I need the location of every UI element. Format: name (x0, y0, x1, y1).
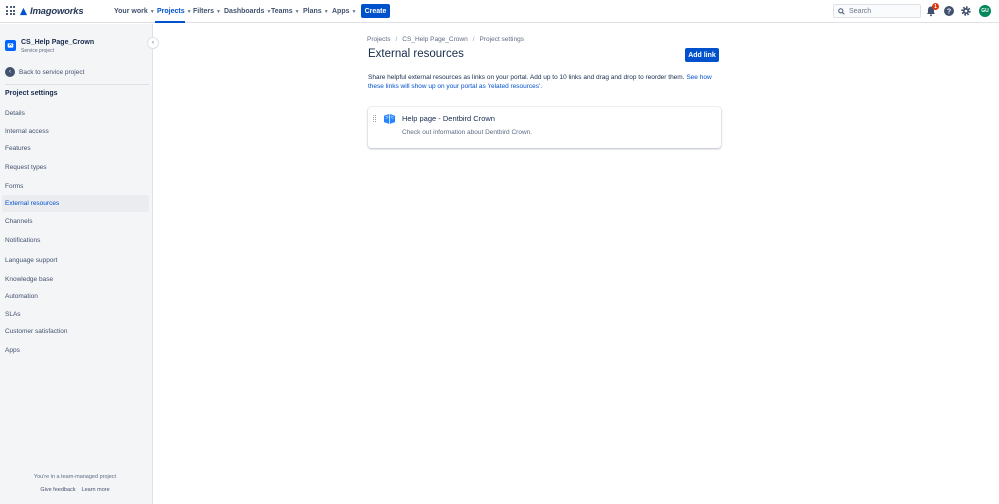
give-feedback-link[interactable]: Give feedback (40, 487, 75, 493)
arrow-left-icon: ‹ (5, 67, 15, 77)
chevron-down-icon: ▼ (351, 8, 357, 15)
logo-mark-icon (19, 7, 28, 15)
nav-active-indicator (155, 21, 185, 23)
nav-label: Filters (193, 8, 215, 15)
project-avatar (5, 40, 16, 51)
breadcrumb-projects[interactable]: Projects (367, 36, 390, 43)
sidebar: CS_Help Page_Crown Service project ‹ Bac… (0, 24, 153, 504)
sidebar-item-label: Knowledge base (5, 276, 54, 283)
sidebar-item-features[interactable]: Features (2, 140, 149, 157)
sidebar-item-external-resources[interactable]: External resources (2, 195, 149, 212)
description-text: Share helpful external resources as link… (368, 74, 685, 81)
sidebar-item-internal-access[interactable]: Internal access (2, 123, 149, 140)
sidebar-item-label: Channels (5, 218, 33, 225)
search-placeholder: Search (849, 7, 872, 15)
sidebar-item-label: Automation (5, 293, 38, 300)
nav-label: Teams (271, 8, 293, 15)
back-label: Back to service project (19, 68, 85, 76)
sidebar-item-label: Apps (5, 347, 20, 354)
create-button[interactable]: Create (361, 4, 390, 18)
book-icon (384, 113, 395, 124)
brand-logo[interactable]: Imagoworks (19, 4, 84, 18)
sidebar-item-customer-satisfaction[interactable]: Customer satisfaction (2, 323, 149, 340)
gear-icon[interactable] (960, 5, 972, 17)
project-icon (7, 43, 14, 48)
project-header: CS_Help Page_Crown Service project (5, 38, 94, 56)
breadcrumb-settings[interactable]: Project settings (480, 36, 524, 43)
drag-handle-icon[interactable] (373, 115, 376, 122)
add-link-button[interactable]: Add link (685, 48, 719, 62)
search-icon (838, 7, 845, 15)
breadcrumb-separator: / (472, 36, 475, 43)
user-avatar[interactable]: GU (979, 5, 991, 17)
collapse-sidebar-button[interactable]: ‹ (147, 37, 159, 49)
sidebar-item-label: Internal access (5, 128, 49, 135)
sidebar-section-title: Project settings (5, 90, 58, 97)
project-mode-note: You're in a team-managed project (33, 474, 117, 480)
nav-teams[interactable]: Teams ▼ (271, 4, 300, 19)
nav-label: Your work (114, 8, 148, 15)
nav-your-work[interactable]: Your work ▼ (114, 4, 155, 19)
divider (5, 84, 149, 85)
app-switcher-icon[interactable] (6, 6, 15, 15)
learn-more-link[interactable]: Learn more (82, 487, 110, 493)
breadcrumb: Projects / CS_Help Page_Crown / Project … (367, 36, 524, 43)
nav-plans[interactable]: Plans ▼ (303, 4, 329, 19)
sidebar-item-label: External resources (5, 200, 60, 207)
sidebar-item-slas[interactable]: SLAs (2, 306, 149, 323)
resource-description: Check out information about Dentbird Cro… (402, 129, 533, 136)
chevron-down-icon: ▼ (186, 8, 192, 15)
sidebar-item-label: Customer satisfaction (5, 328, 68, 335)
brand-name: Imagoworks (30, 5, 84, 17)
chevron-left-icon: ‹ (152, 40, 154, 46)
sidebar-item-automation[interactable]: Automation (2, 288, 149, 305)
chevron-down-icon: ▼ (323, 8, 329, 15)
nav-label: Apps (332, 8, 350, 15)
search-input[interactable]: Search (833, 4, 921, 18)
sidebar-item-request-types[interactable]: Request types (2, 159, 149, 176)
sidebar-item-label: Request types (5, 164, 47, 171)
back-to-project-link[interactable]: ‹ Back to service project (5, 67, 84, 77)
top-navigation: Imagoworks Your work ▼ Projects ▼ Filters ▼… (0, 0, 999, 23)
nav-apps[interactable]: Apps ▼ (332, 4, 356, 19)
sidebar-item-language-support[interactable]: Language support (2, 252, 149, 269)
chevron-down-icon: ▼ (149, 8, 155, 15)
help-icon[interactable]: ? (943, 5, 955, 17)
sidebar-item-knowledge-base[interactable]: Knowledge base (2, 271, 149, 288)
nav-label: Projects (157, 8, 185, 15)
breadcrumb-separator: / (395, 36, 398, 43)
sidebar-item-label: Forms (5, 183, 24, 190)
sidebar-item-details[interactable]: Details (2, 105, 149, 122)
sidebar-footer-links: Give feedback Learn more (0, 487, 150, 493)
chevron-down-icon: ▼ (216, 8, 221, 15)
sidebar-item-label: SLAs (5, 311, 21, 318)
sidebar-item-label: Details (5, 110, 25, 117)
page-description: Share helpful external resources as link… (368, 73, 718, 91)
project-name: CS_Help Page_Crown (21, 39, 95, 46)
breadcrumb-project[interactable]: CS_Help Page_Crown (402, 36, 467, 43)
sidebar-item-label: Language support (5, 257, 58, 264)
sidebar-item-forms[interactable]: Forms (2, 178, 149, 195)
sidebar-item-notifications[interactable]: Notifications (2, 232, 149, 249)
nav-projects[interactable]: Projects ▼ (157, 4, 192, 19)
project-type: Service project (21, 48, 55, 54)
sidebar-item-channels[interactable]: Channels (2, 213, 149, 230)
sidebar-item-apps[interactable]: Apps (2, 342, 149, 359)
resource-card[interactable]: Help page - Dentbird Crown Check out inf… (368, 107, 721, 148)
notification-badge: 1 (932, 3, 939, 10)
page-title: External resources (368, 48, 464, 60)
sidebar-item-label: Features (5, 145, 31, 152)
nav-label: Plans (303, 8, 322, 15)
svg-text:?: ? (947, 9, 951, 16)
sidebar-item-label: Notifications (5, 237, 41, 244)
resource-title[interactable]: Help page - Dentbird Crown (402, 114, 495, 123)
nav-dashboards[interactable]: Dashboards ▼ (224, 4, 271, 19)
chevron-down-icon: ▼ (294, 8, 300, 15)
nav-filters[interactable]: Filters ▼ (193, 4, 221, 19)
nav-label: Dashboards (224, 8, 265, 15)
